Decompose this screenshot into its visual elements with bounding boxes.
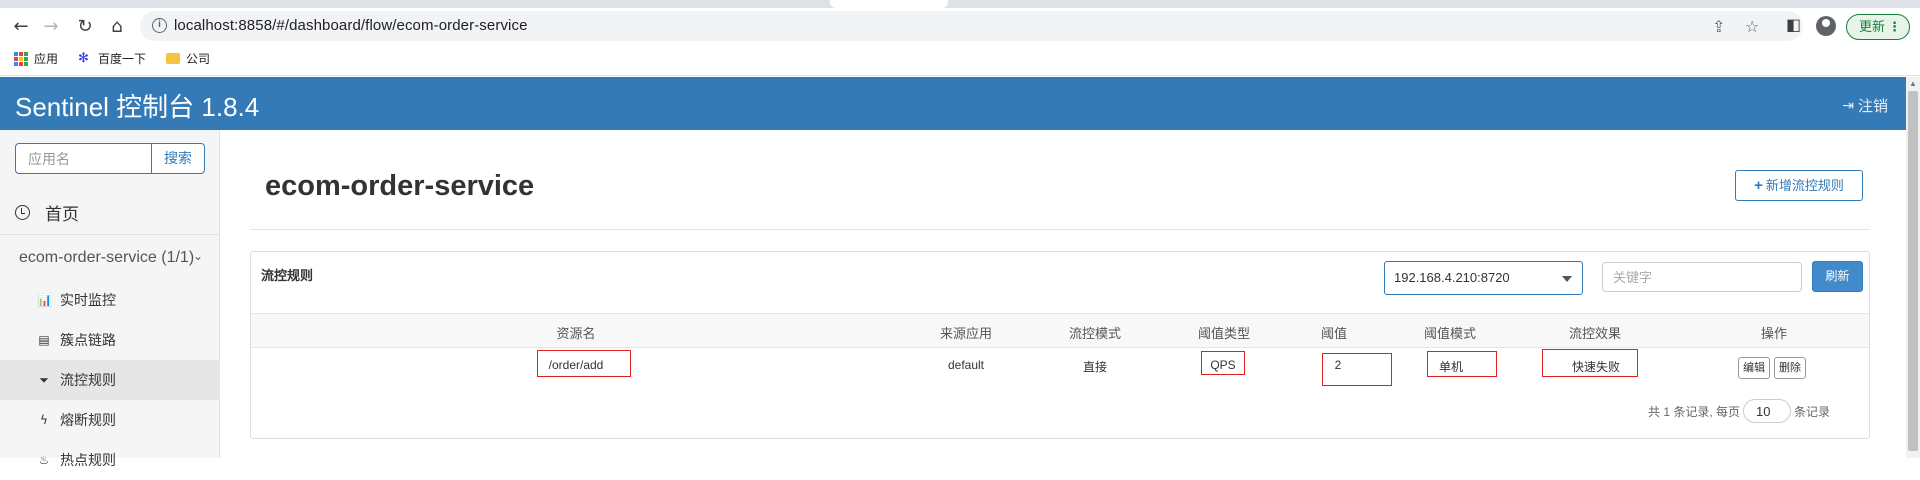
table-header: 资源名 来源应用 流控模式 阈值类型 阈值 阈值模式 流控效果 操作 [251, 313, 1869, 348]
scroll-up-icon[interactable]: ▲ [1909, 79, 1917, 88]
bookmark-apps[interactable]: 应用 [14, 50, 58, 67]
browser-tab-strip [0, 0, 1920, 8]
clock-icon [15, 204, 30, 220]
cell-mode: 直接 [1082, 360, 1108, 374]
apps-grid-icon [14, 51, 28, 66]
machine-select-value: 192.168.4.210:8720 [1394, 270, 1510, 285]
sidebar-item-label: 实时监控 [60, 292, 116, 308]
bookmarks-bar: 应用 ✻ 百度一下 公司 [0, 44, 1920, 76]
bookmark-label: 公司 [186, 52, 211, 66]
cell-resource: /order/add [548, 358, 604, 372]
edit-button[interactable]: 编辑 [1738, 357, 1770, 379]
table-row: /order/add default 直接 QPS 2 单机 快速失败 编辑 删… [251, 348, 1869, 386]
highlight-box [1322, 353, 1392, 386]
app-search-button[interactable]: 搜索 [151, 143, 205, 174]
caret-down-icon [1562, 276, 1572, 282]
app-search-input[interactable] [15, 143, 151, 174]
fire-icon: ♨ [38, 453, 50, 467]
column-header-resource: 资源名 [556, 326, 596, 341]
forward-icon[interactable]: → [38, 13, 64, 39]
scrollbar-thumb[interactable] [1908, 91, 1918, 451]
cell-effect: 快速失败 [1571, 360, 1621, 374]
baidu-paw-icon: ✻ [78, 50, 89, 66]
cell-origin: default [947, 358, 985, 372]
sidebar-item-label: 流控规则 [60, 372, 116, 388]
sidebar-item-realtime-monitor[interactable]: 📊 实时监控 [0, 280, 219, 320]
sidebar-item-resource-chain[interactable]: ▤ 簇点链路 [0, 320, 219, 360]
sidebar-item-flow-rules[interactable]: ⏷ 流控规则 [0, 360, 219, 400]
cell-cluster-mode: 单机 [1438, 360, 1464, 374]
bookmark-label: 应用 [34, 52, 59, 66]
profile-avatar[interactable] [1816, 16, 1836, 36]
url-text[interactable]: localhost:8858/#/dashboard/flow/ecom-ord… [174, 17, 528, 34]
column-header-actions: 操作 [1760, 326, 1788, 341]
panel-title: 流控规则 [261, 268, 314, 283]
column-header-origin: 来源应用 [939, 326, 993, 341]
more-menu-icon[interactable]: ⋮ [1888, 15, 1901, 39]
add-flow-rule-button[interactable]: + 新增流控规则 [1735, 170, 1863, 201]
back-icon[interactable]: ← [8, 13, 34, 39]
column-header-cluster-mode: 阈值模式 [1423, 326, 1477, 341]
share-icon[interactable]: ⇪ [1712, 17, 1725, 36]
sidebar-item-degrade-rules[interactable]: ϟ 熔断规则 [0, 400, 219, 440]
bookmark-baidu[interactable]: ✻ 百度一下 [78, 50, 146, 67]
pager-prefix: 共 1 条记录, 每页 [1648, 404, 1741, 419]
sign-out-icon: ⇥ [1842, 97, 1854, 114]
cell-grade: QPS [1210, 358, 1236, 372]
bookmark-company[interactable]: 公司 [166, 50, 210, 67]
sidebar-item-label: 首页 [45, 204, 79, 224]
app-search: 搜索 [15, 143, 205, 174]
address-bar[interactable]: i localhost:8858/#/dashboard/flow/ecom-o… [140, 11, 1803, 41]
filter-icon: ⏷ [39, 372, 49, 387]
sidebar-item-label: 簇点链路 [60, 332, 116, 348]
column-header-effect: 流控效果 [1568, 326, 1622, 341]
flash-icon: ϟ [40, 413, 48, 427]
sidebar-item-label: 热点规则 [60, 452, 116, 468]
chevron-down-icon: ⌄ [193, 249, 204, 263]
delete-button[interactable]: 删除 [1774, 357, 1806, 379]
update-button[interactable]: 更新 ⋮ [1846, 14, 1910, 40]
pager-suffix: 条记录 [1794, 404, 1831, 419]
title-divider [250, 229, 1870, 230]
sidebar-app-toggle[interactable]: ecom-order-service (1/1) ⌄ [0, 235, 219, 280]
folder-icon [166, 53, 180, 64]
bookmark-star-icon[interactable]: ☆ [1745, 17, 1759, 36]
active-tab[interactable] [830, 0, 948, 8]
sidebar: 搜索 首页 ecom-order-service (1/1) ⌄ 📊 实时监控 … [0, 130, 220, 468]
site-info-icon[interactable]: i [152, 18, 167, 33]
side-panel-icon[interactable]: ◧ [1786, 15, 1801, 34]
list-icon: ▤ [38, 333, 50, 347]
add-flow-rule-label: 新增流控规则 [1765, 178, 1844, 193]
app-title[interactable]: Sentinel 控制台 1.8.4 [15, 87, 259, 124]
column-header-count: 阈值 [1320, 326, 1348, 341]
update-label: 更新 [1859, 19, 1886, 34]
column-header-grade: 阈值类型 [1197, 326, 1251, 341]
page-title: ecom-order-service [265, 170, 535, 202]
sidebar-app-label: ecom-order-service (1/1) [19, 248, 195, 266]
browser-toolbar: ← → ↻ ⌂ i localhost:8858/#/dashboard/flo… [0, 8, 1920, 44]
sidebar-item-home[interactable]: 首页 [0, 190, 219, 235]
page-size-input[interactable] [1743, 399, 1792, 423]
bookmark-label: 百度一下 [98, 52, 147, 66]
app-header: Sentinel 控制台 1.8.4 ⇥ 注销 [0, 77, 1906, 130]
flow-rules-panel: 流控规则 192.168.4.210:8720 刷新 资源名 来源应用 流控模式… [250, 251, 1870, 439]
page-scrollbar[interactable]: ▲ [1906, 77, 1920, 458]
machine-select[interactable]: 192.168.4.210:8720 [1384, 261, 1583, 295]
sidebar-item-label: 熔断规则 [60, 412, 116, 428]
column-header-mode: 流控模式 [1068, 326, 1122, 341]
logout-label: 注销 [1857, 98, 1888, 115]
plus-icon: + [1754, 177, 1763, 194]
reload-icon[interactable]: ↻ [72, 13, 98, 39]
sidebar-item-hotspot-rules[interactable]: ♨ 热点规则 [0, 440, 219, 480]
cell-count: 2 [1334, 358, 1342, 372]
refresh-button[interactable]: 刷新 [1812, 261, 1863, 292]
bar-chart-icon: 📊 [37, 293, 52, 307]
logout-link[interactable]: ⇥ 注销 [1842, 95, 1888, 116]
home-icon[interactable]: ⌂ [104, 13, 130, 39]
keyword-search-input[interactable] [1602, 262, 1802, 292]
pagination: 共 1 条记录, 每页 条记录 [1648, 399, 1830, 423]
